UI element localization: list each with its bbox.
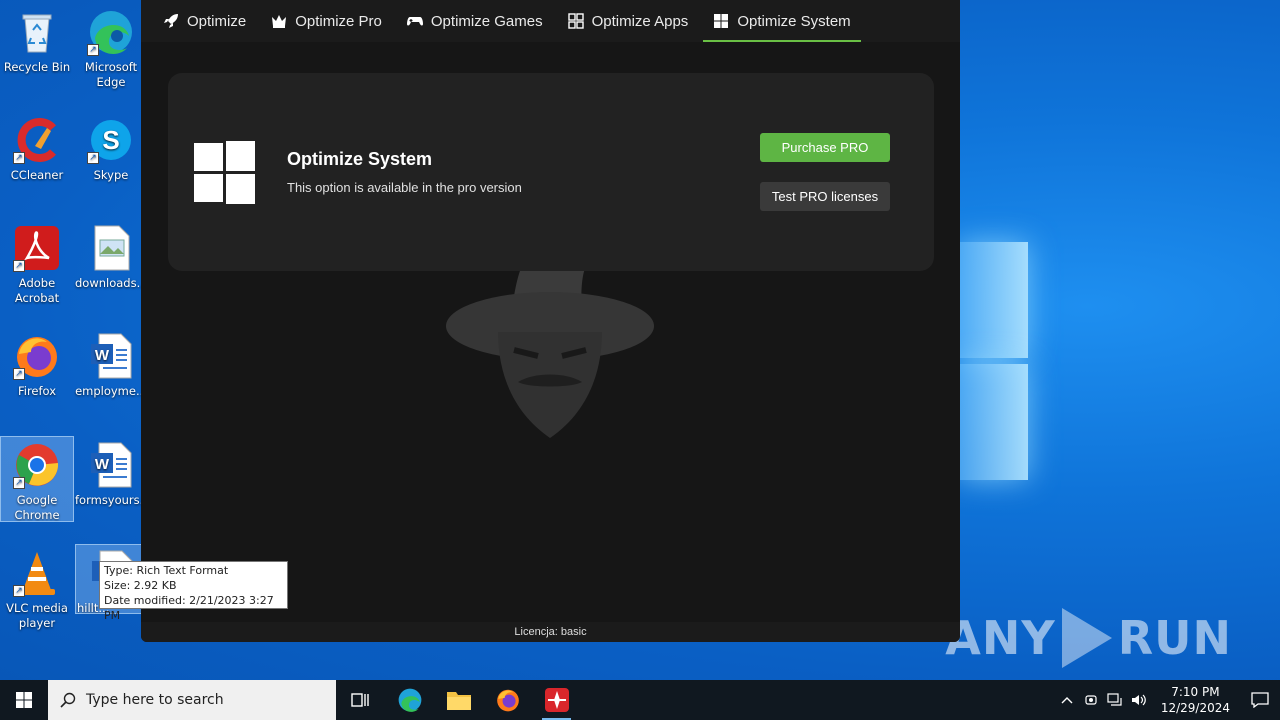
desktop-icon-label: Skype	[93, 168, 129, 182]
system-tray: 7:10 PM 12/29/2024	[1055, 680, 1280, 720]
rocket-icon	[163, 13, 179, 29]
desktop-icon-label: employme...	[75, 384, 147, 398]
tab-optimize[interactable]: Optimize	[153, 0, 256, 42]
license-status: Licencja: basic	[141, 622, 960, 642]
tab-label: Optimize	[187, 12, 247, 30]
task-view-icon	[350, 693, 369, 707]
desktop-icon-vlc[interactable]: ↗ VLC media player	[1, 545, 73, 631]
pro-feature-card: Optimize System This option is available…	[168, 73, 934, 271]
firefox-icon	[496, 689, 519, 712]
taskbar-file-explorer[interactable]	[434, 680, 483, 720]
notification-center-button[interactable]	[1240, 680, 1280, 720]
acrobat-icon: ↗	[13, 224, 61, 272]
taskbar-search-box[interactable]: Type here to search	[48, 680, 336, 720]
test-pro-licenses-button[interactable]: Test PRO licenses	[760, 182, 890, 211]
tab-label: Optimize System	[737, 12, 851, 30]
desktop-icon-recycle-bin[interactable]: Recycle Bin	[1, 4, 73, 75]
tab-optimize-system[interactable]: Optimize System	[703, 0, 862, 42]
optimizer-app-icon	[544, 688, 569, 712]
taskbar-firefox[interactable]	[483, 680, 532, 720]
svg-text:W: W	[95, 456, 110, 473]
apps-grid-icon	[567, 13, 584, 29]
windows-logo-icon	[194, 141, 256, 204]
gamepad-icon	[406, 13, 423, 29]
taskbar: Type here to search 7:10 PM 12/29/2024	[0, 680, 1280, 720]
edge-icon: ↗	[87, 8, 135, 56]
desktop-icon-label: VLC media player	[6, 601, 68, 630]
tab-label: Optimize Apps	[591, 12, 689, 30]
svg-text:W: W	[95, 347, 110, 364]
edge-icon	[398, 688, 421, 712]
volume-icon[interactable]	[1127, 680, 1151, 720]
svg-text:S: S	[102, 125, 119, 155]
tooltip-type: Type: Rich Text Format	[104, 564, 229, 577]
windows-start-icon	[16, 692, 32, 708]
vlc-icon: ↗	[13, 549, 61, 597]
start-button[interactable]	[0, 680, 48, 720]
desktop-icon-firefox[interactable]: ↗ Firefox	[1, 328, 73, 399]
tab-label: Optimize Games	[430, 12, 543, 30]
desktop-icon-label: Firefox	[17, 384, 57, 398]
desktop-icon-label: Google Chrome	[14, 493, 60, 522]
search-placeholder: Type here to search	[86, 692, 224, 708]
file-tooltip: Type: Rich Text Format Size: 2.92 KB Dat…	[99, 561, 288, 622]
notification-icon	[1251, 692, 1269, 708]
recycle-bin-icon	[13, 8, 61, 56]
tooltip-modified: Date modified: 2/21/2023 3:27 PM	[104, 594, 274, 622]
top-nav: Optimize Optimize Pro Optimize Games Opt…	[141, 0, 960, 42]
taskbar-optimizer-app[interactable]	[532, 680, 581, 720]
clock-date: 12/29/2024	[1160, 701, 1230, 715]
anyrun-watermark: ANY RUN	[945, 608, 1232, 668]
tab-label: Optimize Pro	[295, 12, 382, 30]
desktop-icon-label: formsyours...	[75, 493, 151, 507]
tab-optimize-games[interactable]: Optimize Games	[397, 0, 553, 42]
word-file-icon: W	[87, 332, 135, 380]
ccleaner-icon: ↗	[13, 116, 61, 164]
chrome-icon: ↗	[13, 441, 61, 489]
task-view-button[interactable]	[336, 680, 385, 720]
desktop-icon-label: Microsoft Edge	[84, 60, 138, 89]
pro-only-message: This option is available in the pro vers…	[287, 180, 522, 195]
desktop-icon-edge[interactable]: ↗ Microsoft Edge	[75, 4, 147, 90]
tab-optimize-apps[interactable]: Optimize Apps	[558, 0, 699, 42]
search-icon	[60, 692, 76, 708]
tooltip-size: Size: 2.92 KB	[104, 579, 177, 592]
meet-now-icon[interactable]	[1079, 680, 1103, 720]
taskbar-clock[interactable]: 7:10 PM 12/29/2024	[1151, 684, 1240, 716]
word-file-icon: W	[87, 441, 135, 489]
clock-time: 7:10 PM	[1171, 685, 1220, 699]
desktop-icon-adobe-acrobat[interactable]: ↗ Adobe Acrobat	[1, 220, 73, 306]
crown-icon	[271, 13, 287, 29]
desktop-icon-ccleaner[interactable]: ↗ CCleaner	[1, 112, 73, 183]
folder-icon	[446, 692, 471, 710]
skype-icon: S ↗	[87, 116, 135, 164]
network-icon[interactable]	[1103, 680, 1127, 720]
desktop-icon-skype[interactable]: S ↗ Skype	[75, 112, 147, 183]
firefox-icon: ↗	[13, 332, 61, 380]
tab-optimize-pro[interactable]: Optimize Pro	[261, 0, 392, 42]
desktop-icon-label: Recycle Bin	[3, 60, 71, 74]
desktop-icon-label: downloads...	[75, 276, 148, 290]
page-title: Optimize System	[287, 149, 433, 169]
windows-wallpaper-logo	[960, 236, 1030, 482]
desktop-icon-downloads[interactable]: downloads...	[75, 220, 148, 291]
desktop-icon-google-chrome[interactable]: ↗ Google Chrome	[0, 436, 74, 522]
desktop-icon-formsyours[interactable]: W formsyours...	[75, 437, 151, 508]
desktop-icon-label: CCleaner	[10, 168, 64, 182]
image-file-icon	[87, 224, 135, 272]
taskbar-edge[interactable]	[385, 680, 434, 720]
desktop-icon-label: Adobe Acrobat	[14, 276, 60, 305]
optimizer-app-window: Optimize Optimize Pro Optimize Games Opt…	[141, 0, 960, 642]
chevron-up-icon[interactable]	[1055, 680, 1079, 720]
desktop-icon-employme[interactable]: W employme...	[75, 328, 147, 399]
purchase-pro-button[interactable]: Purchase PRO	[760, 133, 890, 162]
windows-icon	[713, 13, 729, 29]
